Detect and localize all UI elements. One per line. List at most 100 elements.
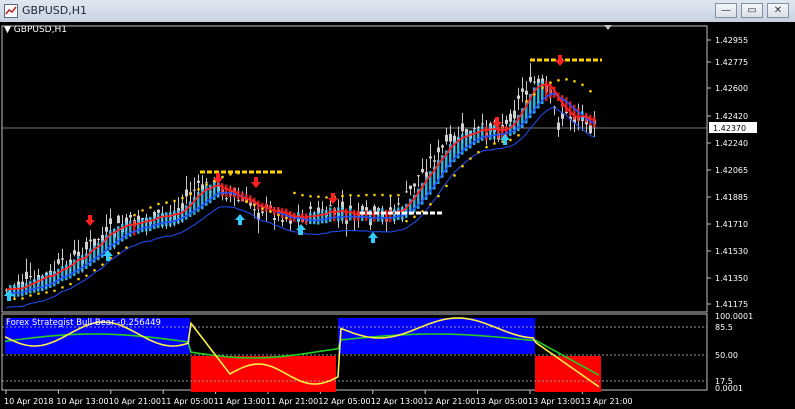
trend-bar [137,219,140,234]
current-price-label: 1.42370 [713,124,746,133]
signal-dot [437,194,440,198]
candle-body [197,180,200,183]
price-chart[interactable]: 1.42955 1.42775 1.42600 1.42420 1.42240 1.420… [0,22,795,409]
trend-bar [41,275,44,292]
time-tick-label: 10 Apr 13:00 [56,397,108,406]
price-tick-label: 1.42955 [715,36,748,45]
signal-dot [13,297,16,301]
trend-bar [169,212,172,227]
symbol-text: GBPUSD,H1 [13,25,67,35]
candle-body [89,239,92,242]
trend-bar [593,116,596,128]
candle-body [85,241,88,250]
candle-body [537,78,540,83]
signal-dot [349,194,352,197]
signal-dots-group [13,78,592,301]
trend-bar [153,215,156,230]
signal-dot [245,200,248,204]
candle-body [505,119,508,124]
trend-bar [49,272,52,288]
signal-dot [117,251,120,255]
candle-body [437,147,440,153]
signal-dot [429,202,432,206]
candle-body [441,145,444,148]
time-tick-label: 13 Apr 05:00 [476,397,528,406]
bull-zone [338,318,535,354]
signal-dot [181,196,184,200]
candle-body [329,205,332,207]
signal-dot [517,134,520,137]
signal-dot [373,193,376,197]
chart-canvas[interactable]: 1.42955 1.42775 1.42600 1.42420 1.42240 1.420… [0,22,795,409]
candle-body [29,276,32,278]
candle-body [413,183,416,187]
signal-dot [61,286,64,289]
candle-body [473,128,476,130]
signal-dot [493,142,496,145]
candle-body [361,205,364,211]
trend-bar [493,124,496,140]
signal-dot [413,215,416,219]
candle-body [205,182,208,184]
price-tick-label: 1.41350 [715,274,748,283]
candle-body [129,215,132,218]
candle-body [321,209,324,211]
candle-body [225,198,228,200]
signal-dot [317,195,320,198]
time-tick-label: 11 Apr 21:00 [266,397,318,406]
candle-body [421,169,424,173]
close-button[interactable]: ✕ [767,3,789,18]
candle-body [405,191,408,193]
indicator-level-label: 0.0001 [715,384,743,393]
trend-bar [33,279,36,293]
signal-dot [397,193,400,197]
chart-window-icon [4,4,18,18]
signal-dot [341,194,344,198]
trend-bar [173,210,176,225]
trend-bar [321,210,324,224]
trend-bar [341,206,344,221]
signal-dot [101,263,104,266]
signal-dot [445,184,448,188]
trend-bar [393,208,396,222]
candle-body [517,95,520,99]
trend-bar [65,264,68,281]
trend-bar [357,210,360,221]
signal-dot [93,268,96,272]
trend-bar [145,217,148,232]
signal-dot [285,216,288,220]
collapse-arrow-icon[interactable]: ▼ [4,25,14,35]
signal-dot [29,294,32,297]
candles-group [5,63,596,301]
price-tick-label: 1.42775 [715,58,748,67]
signal-dot [469,157,472,160]
trend-bar [317,211,320,225]
terminal-window: GBPUSD,H1 — ▭ ✕ 1.42955 1.42775 1.42600 1.4… [0,0,795,409]
maximize-button[interactable]: ▭ [741,3,763,18]
trend-bar [497,125,500,139]
trend-bar [165,212,168,227]
trend-bar [157,213,160,229]
candle-body [557,122,560,130]
signal-dot [477,150,480,154]
signal-dot [149,206,152,209]
signal-dot [53,289,56,293]
candle-body [521,88,524,92]
signal-dot [221,175,224,179]
trend-bar [485,126,488,141]
trend-bar [577,108,580,122]
price-tick-label: 1.42065 [715,166,748,175]
minimize-button[interactable]: — [715,3,737,18]
trend-bar [481,125,484,141]
buy-arrow-icon [4,290,14,301]
signal-dot [45,291,48,294]
signal-dot [461,164,464,168]
indicator-level-label: 85.5 [715,323,733,332]
trend-bar [149,216,152,232]
trend-bar [337,207,340,222]
trend-bar [489,125,492,141]
candle-body [525,90,528,95]
candle-body [77,251,80,257]
time-tick-label: 12 Apr 21:00 [423,397,475,406]
signal-dot [565,78,568,81]
